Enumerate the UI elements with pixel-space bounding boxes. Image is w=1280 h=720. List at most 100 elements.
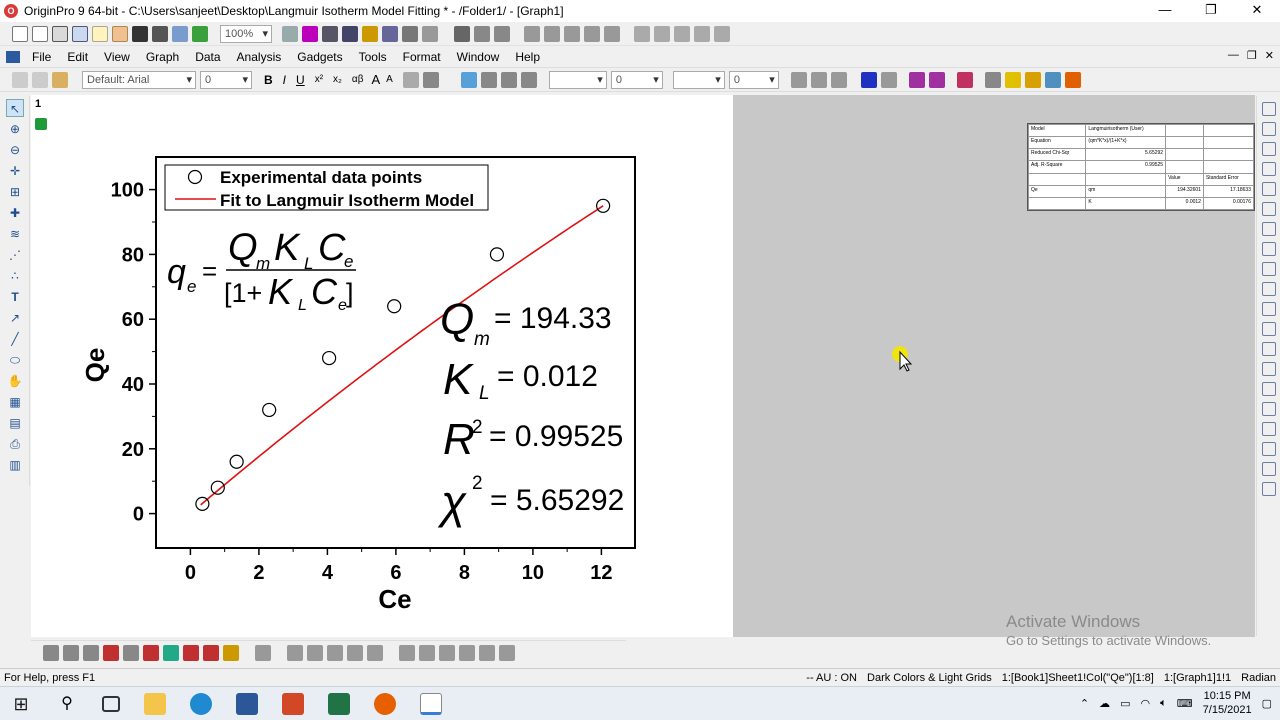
param-chi2-value: = 5.65292 xyxy=(490,484,624,517)
object-manager-icon[interactable] xyxy=(1262,102,1276,116)
stock-plot-icon[interactable] xyxy=(479,644,495,661)
column-plot-icon[interactable] xyxy=(103,644,119,661)
result-row: Value Standard Error xyxy=(1027,172,1255,186)
task-view-icon[interactable] xyxy=(102,695,120,712)
bar-3d-icon[interactable] xyxy=(327,644,343,661)
watermark-line2: Go to Settings to activate Windows. xyxy=(1006,633,1212,648)
result-cell: 0.99525 xyxy=(1085,160,1167,174)
file-explorer-icon[interactable] xyxy=(144,692,166,715)
x-axis-label: Ce xyxy=(378,584,411,614)
line-symbol-plot-icon[interactable] xyxy=(83,644,99,661)
contour-plot-icon[interactable] xyxy=(307,644,323,661)
grid-layer-icon[interactable] xyxy=(1262,362,1276,376)
align-right-icon[interactable] xyxy=(1262,402,1276,416)
result-cell: Standard Error xyxy=(1202,172,1255,186)
linked-layer-icon[interactable] xyxy=(1262,282,1276,296)
line-plot-icon[interactable] xyxy=(43,644,59,661)
clock-time: 10:15 PM xyxy=(1203,690,1251,702)
vector-plot-icon[interactable] xyxy=(439,644,455,661)
wifi-icon[interactable]: ◠ xyxy=(1141,697,1151,710)
polar-plot-icon[interactable] xyxy=(459,644,475,661)
volume-icon[interactable]: 🔈︎ xyxy=(1160,697,1167,710)
param-r2-value: = 0.99525 xyxy=(489,420,623,453)
result-cell: 0.0012 xyxy=(1165,196,1204,211)
mouse-cursor xyxy=(892,346,913,372)
result-row: Reduced Chi-Sqr 5.65292 xyxy=(1027,148,1255,162)
surface-plot-icon[interactable] xyxy=(287,644,303,661)
system-clock[interactable]: 10:15 PM 7/15/2021 xyxy=(1203,689,1252,717)
legend-label-fit: Fit to Langmuir Isotherm Model xyxy=(220,191,474,210)
activate-windows-watermark: Activate Windows Go to Settings to activ… xyxy=(1006,612,1256,648)
result-row: Equation (qm*K*x)/(1+K*x) xyxy=(1027,136,1255,150)
image-plot-icon[interactable] xyxy=(419,644,435,661)
notifications-icon[interactable]: ▢ xyxy=(1262,697,1272,710)
firefox-icon[interactable] xyxy=(374,692,396,715)
param-kl-sub: L xyxy=(479,383,490,404)
distribute-v-icon[interactable] xyxy=(1262,482,1276,496)
add-inset-icon[interactable] xyxy=(1262,242,1276,256)
battery-icon[interactable]: ▭ xyxy=(1120,697,1130,710)
y-tick-label: 0 xyxy=(133,504,144,526)
template-icon[interactable] xyxy=(223,644,239,661)
x-tick-label: 6 xyxy=(390,562,401,584)
word-icon[interactable] xyxy=(236,692,258,715)
status-help-text: For Help, press F1 xyxy=(4,671,96,684)
result-cell xyxy=(1202,136,1255,150)
more-plots-icon[interactable] xyxy=(499,644,515,661)
param-kl-symbol: K xyxy=(443,355,474,404)
eq-equals: = xyxy=(202,256,217,286)
param-qm-sub: m xyxy=(474,329,490,350)
eq-den-close: ] xyxy=(346,278,354,308)
windows-taskbar: ⊞ ⚲ ⌃ ☁ ▭ ◠ 🔈︎ ⌨ 10:15 PM 7/15/2021 ▢ xyxy=(0,686,1280,720)
merge-graph-icon[interactable] xyxy=(1262,162,1276,176)
right-toolbar xyxy=(1256,96,1280,636)
result-cell xyxy=(1165,160,1204,174)
layer-management-icon[interactable] xyxy=(1262,142,1276,156)
align-bottom-icon[interactable] xyxy=(1262,442,1276,456)
legend[interactable]: Experimental data points Fit to Langmuir… xyxy=(164,164,489,211)
fit-results-table[interactable]: Model Langmuirisotherm (User) Equation (qm*… xyxy=(1027,123,1255,211)
cloud-icon[interactable]: ☁ xyxy=(1099,697,1110,710)
excel-icon[interactable] xyxy=(328,692,350,715)
pie-plot-icon[interactable] xyxy=(183,644,199,661)
search-icon[interactable]: ⚲ xyxy=(56,693,78,715)
tray-chevron-icon[interactable]: ⌃ xyxy=(1080,697,1089,710)
clock-icon[interactable] xyxy=(1262,342,1276,356)
result-cell: 194.32601 xyxy=(1165,184,1204,198)
ternary-icon[interactable] xyxy=(367,644,383,661)
edge-browser-icon[interactable] xyxy=(190,692,212,715)
origin-taskbar-icon[interactable] xyxy=(420,692,442,715)
align-top-icon[interactable] xyxy=(1262,422,1276,436)
result-cell: 17.18633 xyxy=(1202,184,1255,198)
error-plot-icon[interactable] xyxy=(143,644,159,661)
result-cell xyxy=(1202,123,1255,138)
result-row: Adj. R-Square 0.99525 xyxy=(1027,160,1255,174)
wire-frame-icon[interactable] xyxy=(347,644,363,661)
scatter-plot-icon[interactable] xyxy=(63,644,79,661)
eq-den-open: [1+ xyxy=(224,278,262,308)
powerpoint-icon[interactable] xyxy=(282,692,304,715)
matrix-plot-icon[interactable] xyxy=(399,644,415,661)
align-left-icon[interactable] xyxy=(1262,382,1276,396)
add-top-x-icon[interactable] xyxy=(1262,202,1276,216)
status-theme: Dark Colors & Light Grids xyxy=(867,671,992,684)
3d-plot-icon[interactable] xyxy=(255,644,271,661)
result-cell: K xyxy=(1085,196,1167,211)
add-right-y-icon[interactable] xyxy=(1262,222,1276,236)
plot-types-toolbar xyxy=(31,640,626,664)
result-cell xyxy=(1165,123,1204,138)
x-tick-label: 8 xyxy=(459,562,470,584)
new-layer-icon[interactable] xyxy=(1262,262,1276,276)
windows-start-icon[interactable]: ⊞ xyxy=(10,693,32,715)
lock-layer-icon[interactable] xyxy=(1262,322,1276,336)
language-icon[interactable]: ⌨ xyxy=(1177,697,1193,710)
box-plot-icon[interactable] xyxy=(203,644,219,661)
x-tick-label: 0 xyxy=(185,562,196,584)
project-explorer-icon[interactable] xyxy=(1262,122,1276,136)
distribute-h-icon[interactable] xyxy=(1262,462,1276,476)
arrange-layers-icon[interactable] xyxy=(1262,182,1276,196)
param-chi2-sup: 2 xyxy=(472,473,483,494)
area-plot-icon[interactable] xyxy=(163,644,179,661)
extract-layers-icon[interactable] xyxy=(1262,302,1276,316)
multi-curve-icon[interactable] xyxy=(123,644,139,661)
